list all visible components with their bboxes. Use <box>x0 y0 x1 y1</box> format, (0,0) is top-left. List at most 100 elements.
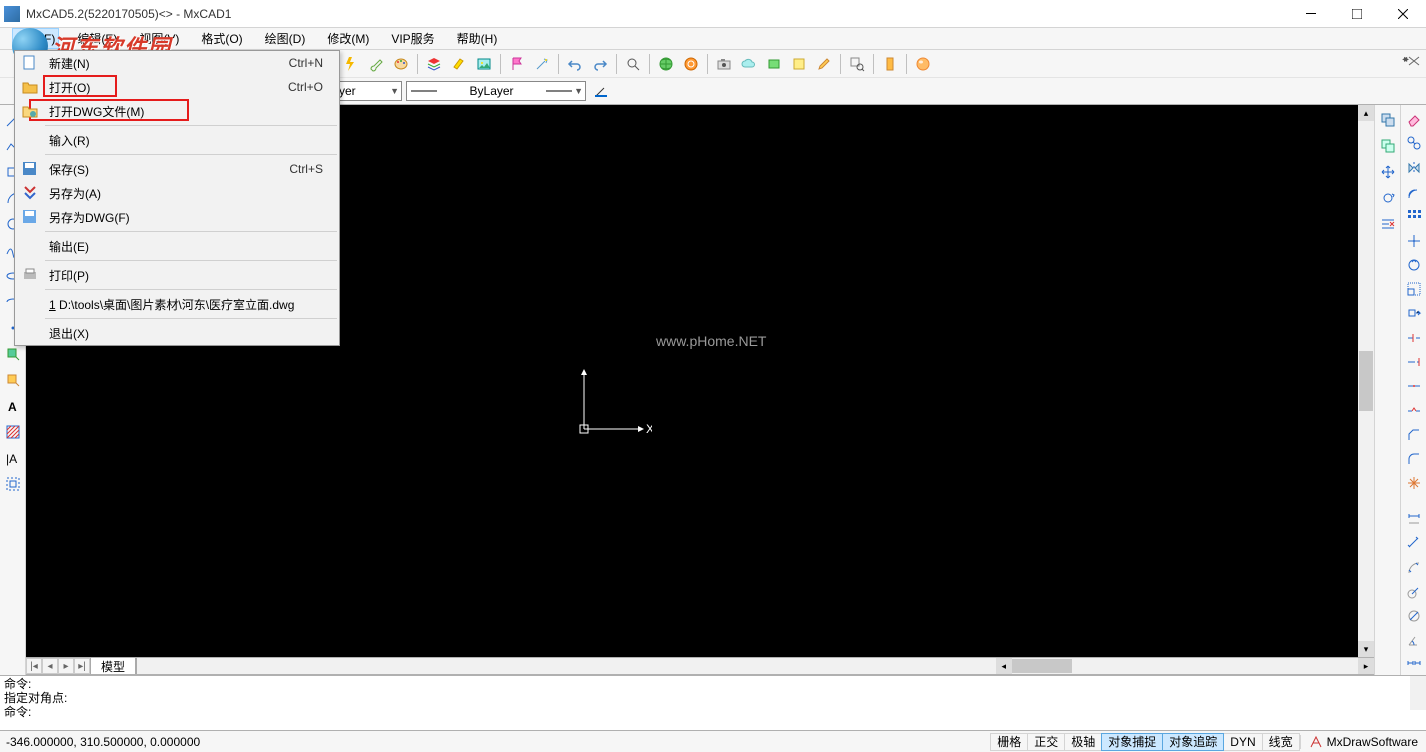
tool-flag-icon[interactable] <box>506 53 528 75</box>
tool-move-icon[interactable] <box>1377 161 1399 183</box>
tool-redo-icon[interactable] <box>589 53 611 75</box>
tool-scale-icon[interactable] <box>1403 279 1425 299</box>
tool-extend-icon[interactable] <box>1403 352 1425 372</box>
tool-array-icon[interactable] <box>1403 206 1425 226</box>
menu-item-save-as[interactable]: 另存为(A) <box>15 181 339 205</box>
tool-dim-linear-icon[interactable] <box>1403 509 1425 529</box>
status-lwt[interactable]: 线宽 <box>1262 733 1300 751</box>
tool-wand-icon[interactable] <box>531 53 553 75</box>
tool-rotate2-icon[interactable] <box>1403 255 1425 275</box>
status-polar[interactable]: 极轴 <box>1064 733 1102 751</box>
tool-lightning-icon[interactable] <box>340 53 362 75</box>
tool-stretch-icon[interactable] <box>1403 303 1425 323</box>
tool-fillet-icon[interactable] <box>1403 449 1425 469</box>
tool-move2-icon[interactable] <box>1403 230 1425 250</box>
maximize-button[interactable] <box>1334 0 1380 28</box>
tab-prev-icon[interactable]: ◂ <box>42 658 58 674</box>
tool-image-icon[interactable] <box>473 53 495 75</box>
tool-copyclip-icon[interactable] <box>1377 135 1399 157</box>
scroll-up-icon[interactable]: ▴ <box>1358 105 1374 121</box>
linetype-combo[interactable]: ByLayer ▼ <box>406 81 586 101</box>
tool-trim-icon[interactable] <box>1377 213 1399 235</box>
tool-dim-angular-icon[interactable] <box>1403 630 1425 650</box>
menu-item-save[interactable]: 保存(S) Ctrl+S <box>15 157 339 181</box>
tool-zoom-box-icon[interactable] <box>846 53 868 75</box>
menu-item-open-dwg[interactable]: 打开DWG文件(M) <box>15 99 339 123</box>
menu-vip[interactable]: VIP服务 <box>387 28 438 49</box>
tool-region-icon[interactable] <box>2 473 24 495</box>
tool-hatch-icon[interactable] <box>2 421 24 443</box>
tool-note-icon[interactable] <box>788 53 810 75</box>
tool-rect-icon[interactable] <box>763 53 785 75</box>
tab-first-icon[interactable]: |◂ <box>26 658 42 674</box>
tool-break-icon[interactable] <box>1403 400 1425 420</box>
tool-erase-icon[interactable] <box>1403 109 1425 129</box>
vertical-scrollbar[interactable]: ▴ ▾ <box>1358 105 1374 657</box>
menu-item-exit[interactable]: 退出(X) <box>15 321 339 345</box>
tool-dim-arc-icon[interactable] <box>1403 557 1425 577</box>
tab-next-icon[interactable]: ▸ <box>58 658 74 674</box>
menu-item-new[interactable]: 新建(N) Ctrl+N <box>15 51 339 75</box>
tool-chamfer-icon[interactable] <box>1403 425 1425 445</box>
scroll-left-icon[interactable]: ◂ <box>996 658 1012 674</box>
command-line[interactable]: 命令: 指定对角点: 命令: <box>0 675 1426 730</box>
tool-undo-icon[interactable] <box>564 53 586 75</box>
cmd-input[interactable]: 命令: <box>4 705 1422 729</box>
status-dyn[interactable]: DYN <box>1223 733 1262 751</box>
tool-mirror-icon[interactable] <box>1403 158 1425 178</box>
tool-block-insert-icon[interactable] <box>2 343 24 365</box>
status-otrack[interactable]: 对象追踪 <box>1162 733 1224 751</box>
menu-item-export[interactable]: 输出(E) <box>15 234 339 258</box>
tool-line-color-icon[interactable] <box>590 80 612 102</box>
tool-block-make-icon[interactable] <box>2 369 24 391</box>
tool-door-icon[interactable] <box>879 53 901 75</box>
menu-item-import[interactable]: 输入(R) <box>15 128 339 152</box>
close-button[interactable] <box>1380 0 1426 28</box>
tab-model[interactable]: 模型 <box>91 658 136 674</box>
status-osnap[interactable]: 对象捕捉 <box>1101 733 1163 751</box>
status-ortho[interactable]: 正交 <box>1027 733 1065 751</box>
menu-item-print[interactable]: 打印(P) <box>15 263 339 287</box>
tool-mtext-icon[interactable]: |A <box>2 447 24 469</box>
menu-help[interactable]: 帮助(H) <box>453 28 502 49</box>
status-grid[interactable]: 栅格 <box>990 733 1028 751</box>
tool-rotate-icon[interactable] <box>1377 187 1399 209</box>
tool-cloud-icon[interactable] <box>738 53 760 75</box>
tool-copy-icon[interactable] <box>1377 109 1399 131</box>
cmd-scrollbar[interactable] <box>1410 676 1426 710</box>
tool-palette-icon[interactable] <box>390 53 412 75</box>
tool-ball-icon[interactable] <box>912 53 934 75</box>
minimize-button[interactable] <box>1288 0 1334 28</box>
layer-combo[interactable]: yer ▼ <box>332 81 402 101</box>
tool-text-a-icon[interactable]: A <box>2 395 24 417</box>
tool-dim-diameter-icon[interactable] <box>1403 606 1425 626</box>
menu-item-save-dwg[interactable]: 另存为DWG(F) <box>15 205 339 229</box>
menu-item-open[interactable]: 打开(O) Ctrl+O <box>15 75 339 99</box>
tool-highlight-icon[interactable] <box>448 53 470 75</box>
tool-break-point-icon[interactable] <box>1403 376 1425 396</box>
tool-dim-aligned-icon[interactable] <box>1403 533 1425 553</box>
toolbar-close-button[interactable] <box>1406 54 1422 68</box>
tool-zoom-icon[interactable] <box>622 53 644 75</box>
tool-trim2-icon[interactable] <box>1403 328 1425 348</box>
tool-explode-icon[interactable] <box>1403 473 1425 493</box>
tool-brush-icon[interactable] <box>365 53 387 75</box>
tool-pencil-icon[interactable] <box>813 53 835 75</box>
horizontal-scrollbar[interactable]: ◂ ▸ <box>136 658 1374 674</box>
tool-dim-radius-icon[interactable] <box>1403 582 1425 602</box>
status-brand[interactable]: MxDrawSoftware <box>1300 735 1426 749</box>
menu-draw[interactable]: 绘图(D) <box>261 28 310 49</box>
menu-format[interactable]: 格式(O) <box>197 28 246 49</box>
scroll-down-icon[interactable]: ▾ <box>1358 641 1374 657</box>
tool-offset-icon[interactable] <box>1403 182 1425 202</box>
tool-copy2-icon[interactable] <box>1403 133 1425 153</box>
tab-last-icon[interactable]: ▸| <box>74 658 90 674</box>
tool-dim-continue-icon[interactable] <box>1403 655 1425 675</box>
menu-modify[interactable]: 修改(M) <box>323 28 373 49</box>
scroll-right-icon[interactable]: ▸ <box>1358 658 1374 674</box>
tool-camera-icon[interactable] <box>713 53 735 75</box>
tool-layers-icon[interactable] <box>423 53 445 75</box>
tool-globe-refresh-icon[interactable] <box>680 53 702 75</box>
tool-globe-icon[interactable] <box>655 53 677 75</box>
menu-item-recent-1[interactable]: 1 D:\tools\桌面\图片素材\河东\医疗室立面.dwg <box>15 292 339 316</box>
